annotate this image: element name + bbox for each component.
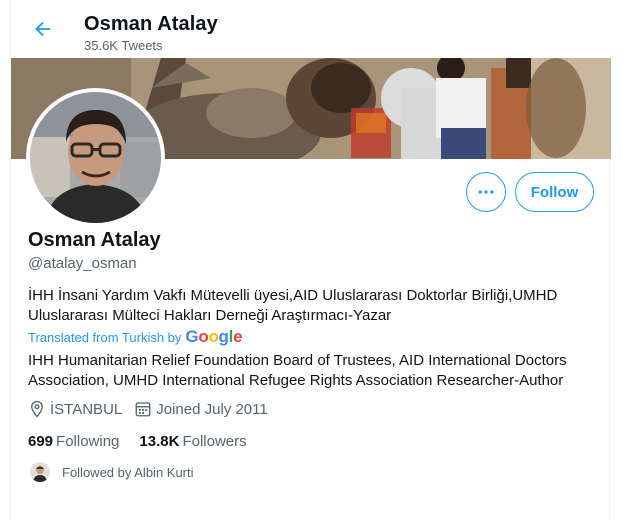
calendar-icon xyxy=(135,402,151,417)
profile-name: Osman Atalay xyxy=(28,229,161,251)
profile-column: Osman Atalay 35.6K Tweets Follow Osman A… xyxy=(10,0,611,520)
followers-count: 13.8K xyxy=(139,433,180,450)
profile-meta: İSTANBUL Joined July 2011 xyxy=(28,400,280,418)
more-horizontal-icon xyxy=(478,190,494,194)
followers-link[interactable]: 13.8K Followers xyxy=(139,433,246,450)
profile-joined: Joined July 2011 xyxy=(134,400,268,418)
profile-header: Osman Atalay 35.6K Tweets xyxy=(11,0,611,58)
followed-by-text: Followed by Albin Kurti xyxy=(62,464,194,480)
arrow-left-icon xyxy=(35,21,51,37)
follow-button[interactable]: Follow xyxy=(515,172,594,212)
profile-handle: @atalay_osman xyxy=(28,255,137,272)
google-logo: Google xyxy=(185,327,243,346)
followed-by[interactable]: Followed by Albin Kurti xyxy=(28,462,194,482)
profile-bio: İHH İnsani Yardım Vakfı Mütevelli üyesi,… xyxy=(28,287,558,324)
following-label: Following xyxy=(56,433,120,450)
location-pin-icon xyxy=(31,400,43,418)
profile-stats: 699 Following 13.8K Followers xyxy=(28,433,267,450)
profile-location: İSTANBUL xyxy=(28,400,122,418)
profile-avatar[interactable] xyxy=(26,88,165,227)
back-button[interactable] xyxy=(27,13,59,45)
location-text: İSTANBUL xyxy=(50,400,123,418)
profile-bio-translated: IHH Humanitarian Relief Foundation Board… xyxy=(28,352,567,389)
avatar-image xyxy=(30,92,161,223)
following-count: 699 xyxy=(28,433,54,450)
following-link[interactable]: 699 Following xyxy=(28,433,119,450)
header-tweet-count: 35.6K Tweets xyxy=(84,38,163,53)
translated-label: Translated from Turkish by xyxy=(28,329,182,345)
translation-attribution[interactable]: Translated from Turkish by Google xyxy=(28,327,243,347)
followers-label: Followers xyxy=(182,433,247,450)
header-title: Osman Atalay xyxy=(84,13,218,35)
more-button[interactable] xyxy=(466,172,506,212)
follower-avatar xyxy=(30,462,50,482)
joined-text: Joined July 2011 xyxy=(156,400,268,418)
